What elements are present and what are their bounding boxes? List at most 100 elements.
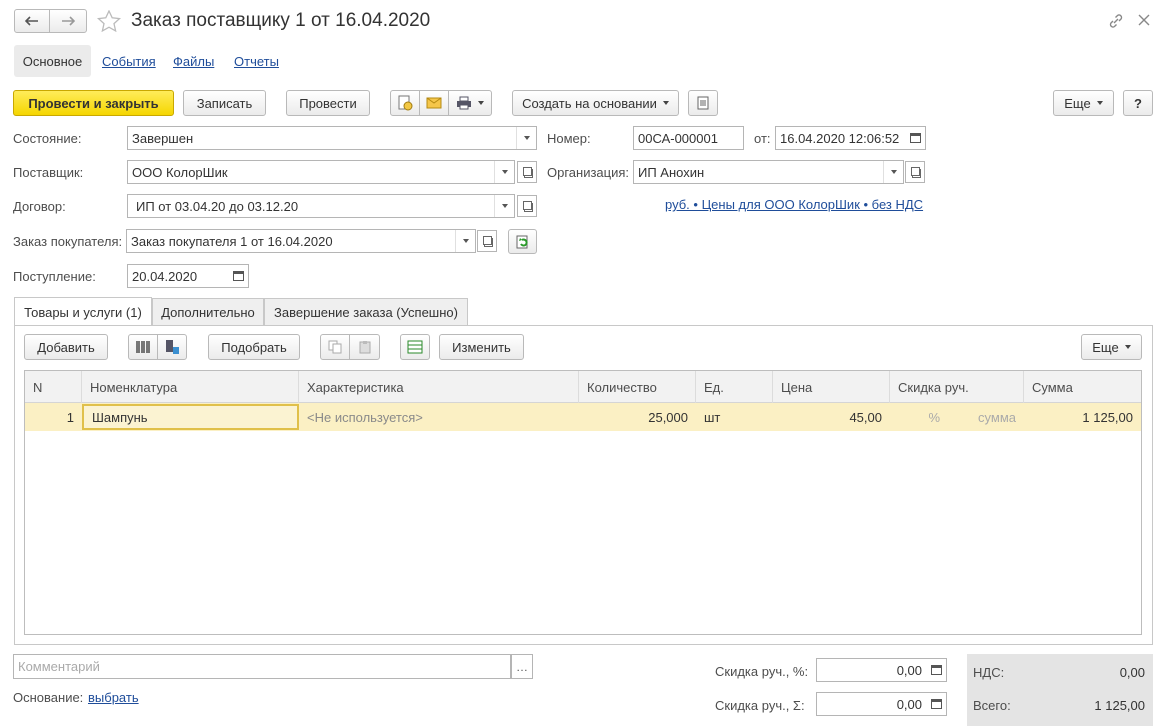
tab-goods[interactable]: Товары и услуги (1) <box>14 297 152 326</box>
nav-tab-main[interactable]: Основное <box>14 45 91 77</box>
cell-price[interactable]: 45,00 <box>773 403 890 431</box>
discount-pct-field[interactable]: 0,00 <box>816 658 947 682</box>
col-quantity[interactable]: Количество <box>579 371 696 403</box>
chevron-down-icon[interactable] <box>494 161 514 183</box>
basis-select-link[interactable]: выбрать <box>88 690 139 705</box>
organization-open-button[interactable] <box>905 161 925 183</box>
cell-discount-sum[interactable]: сумма <box>948 403 1024 431</box>
calendar-icon[interactable] <box>905 127 925 149</box>
cell-quantity[interactable]: 25,000 <box>579 403 696 431</box>
refresh-document-icon <box>516 235 528 248</box>
print-button[interactable] <box>448 90 492 116</box>
vat-value: 0,00 <box>1119 665 1145 680</box>
contract-field[interactable]: ИП от 03.04.20 до 03.12.20 <box>127 194 515 218</box>
nav-tab-events[interactable]: События <box>102 54 156 69</box>
cell-unit[interactable]: шт <box>696 403 773 431</box>
nav-tab-reports[interactable]: Отчеты <box>234 54 279 69</box>
star-icon[interactable] <box>97 10 121 32</box>
chevron-down-icon[interactable] <box>883 161 903 183</box>
pick-button[interactable]: Подобрать <box>208 334 300 360</box>
chevron-down-icon[interactable] <box>455 230 475 252</box>
col-discount[interactable]: Скидка руч. <box>890 371 1024 403</box>
table-header: N Номенклатура Характеристика Количество… <box>25 371 1141 403</box>
chevron-down-icon[interactable] <box>516 127 536 149</box>
receipt-field[interactable]: 20.04.2020 <box>127 264 249 288</box>
total-value: 1 125,00 <box>1094 698 1145 713</box>
number-label: Номер: <box>547 131 591 146</box>
envelope-icon <box>426 97 442 109</box>
state-label: Состояние: <box>13 131 82 146</box>
link-icon[interactable] <box>1107 12 1125 30</box>
close-icon[interactable] <box>1138 14 1150 26</box>
chevron-down-icon[interactable] <box>494 195 514 217</box>
save-button[interactable]: Записать <box>183 90 266 116</box>
document-clock-icon <box>398 95 413 111</box>
prices-link[interactable]: руб. • Цены для ООО КолорШик • без НДС <box>665 197 923 212</box>
tab-additional[interactable]: Дополнительно <box>152 298 264 325</box>
chevron-down-icon <box>1096 101 1103 105</box>
calculator-icon[interactable] <box>926 659 946 681</box>
cell-item[interactable]: Шампунь <box>82 404 299 430</box>
supplier-open-button[interactable] <box>517 161 537 183</box>
document-icon <box>697 96 709 110</box>
cell-discount-pct[interactable]: % <box>890 403 948 431</box>
col-price[interactable]: Цена <box>773 371 890 403</box>
post-button[interactable]: Провести <box>286 90 370 116</box>
more-button[interactable]: Еще <box>1053 90 1114 116</box>
total-label: Всего: <box>973 698 1011 713</box>
add-row-button[interactable]: Добавить <box>24 334 108 360</box>
state-field[interactable]: Завершен <box>127 126 537 150</box>
supplier-field[interactable]: ООО КолорШик <box>127 160 515 184</box>
forward-button[interactable] <box>49 9 87 33</box>
tab-completion[interactable]: Завершение заказа (Успешно) <box>264 298 468 325</box>
totals-panel: НДС: 0,00 Всего: 1 125,00 <box>967 654 1153 726</box>
basis-label: Основание: <box>13 690 84 705</box>
back-button[interactable] <box>14 9 50 33</box>
document-structure-button[interactable] <box>390 90 420 116</box>
vat-label: НДС: <box>973 665 1005 680</box>
table-settings-button[interactable] <box>400 334 430 360</box>
paste-row-button[interactable] <box>349 334 380 360</box>
table-green-icon <box>407 340 423 354</box>
discount-sum-field[interactable]: 0,00 <box>816 692 947 716</box>
col-characteristic[interactable]: Характеристика <box>299 371 579 403</box>
email-button[interactable] <box>419 90 449 116</box>
organization-field[interactable]: ИП Анохин <box>633 160 904 184</box>
comment-field[interactable]: Комментарий <box>13 654 511 679</box>
customer-order-field[interactable]: Заказ покупателя 1 от 16.04.2020 <box>126 229 476 253</box>
table-row[interactable]: 1 Шампунь <Не используется> 25,000 шт 45… <box>25 403 1141 431</box>
barcode-icon <box>136 341 150 353</box>
calendar-icon[interactable] <box>228 265 248 287</box>
contract-open-button[interactable] <box>517 195 537 217</box>
related-documents-button[interactable] <box>688 90 718 116</box>
col-n[interactable]: N <box>25 371 82 403</box>
comment-expand-button[interactable]: … <box>511 654 533 679</box>
arrow-left-icon <box>25 16 38 26</box>
customer-order-label: Заказ покупателя: <box>13 234 123 249</box>
nav-tab-files[interactable]: Файлы <box>173 54 214 69</box>
date-field[interactable]: 16.04.2020 12:06:52 <box>775 126 926 150</box>
help-button[interactable]: ? <box>1123 90 1153 116</box>
calculator-icon[interactable] <box>926 693 946 715</box>
scanner-icon <box>166 340 179 354</box>
change-button[interactable]: Изменить <box>439 334 524 360</box>
customer-order-open-button[interactable] <box>477 230 497 252</box>
table-more-button[interactable]: Еще <box>1081 334 1142 360</box>
col-unit[interactable]: Ед. <box>696 371 773 403</box>
number-field[interactable]: 00СА-000001 <box>633 126 744 150</box>
copy-row-button[interactable] <box>320 334 350 360</box>
arrow-right-icon <box>62 16 75 26</box>
barcode-button[interactable] <box>128 334 158 360</box>
cell-n: 1 <box>66 409 74 425</box>
printer-icon <box>457 96 471 110</box>
fill-from-order-button[interactable] <box>508 229 537 254</box>
create-based-button[interactable]: Создать на основании <box>512 90 679 116</box>
post-close-button[interactable]: Провести и закрыть <box>13 90 174 116</box>
cell-sum: 1 125,00 <box>1082 409 1133 425</box>
receipt-label: Поступление: <box>13 269 96 284</box>
col-sum[interactable]: Сумма <box>1024 371 1141 403</box>
col-item[interactable]: Номенклатура <box>82 371 299 403</box>
scanner-button[interactable] <box>157 334 187 360</box>
cell-characteristic[interactable]: <Не используется> <box>299 403 579 431</box>
contract-label: Договор: <box>13 199 66 214</box>
